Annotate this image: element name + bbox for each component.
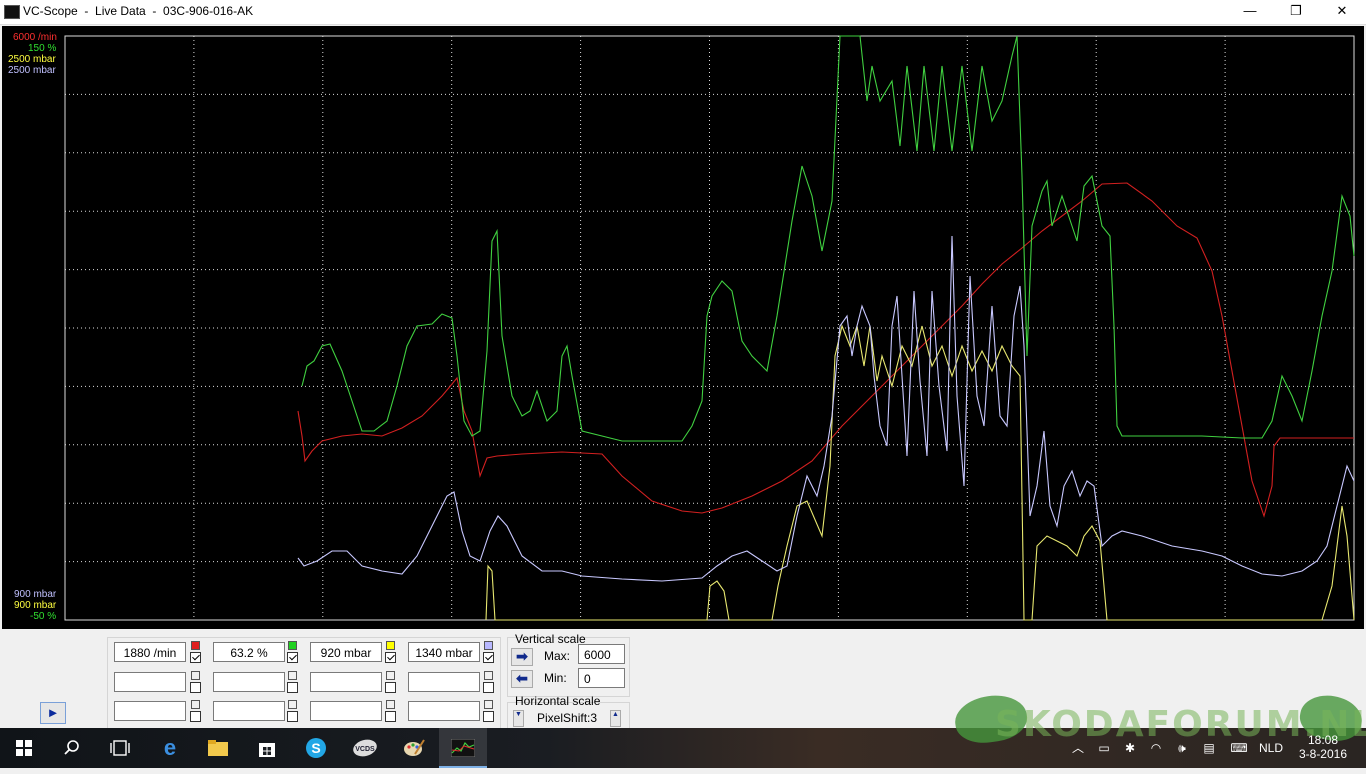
empty-color-swatch bbox=[484, 700, 493, 709]
empty-color-swatch bbox=[191, 700, 200, 709]
store-icon[interactable] bbox=[243, 728, 291, 768]
empty-value-field bbox=[213, 672, 285, 692]
clock-time: 18:08 bbox=[1307, 733, 1339, 747]
empty-value-field bbox=[114, 701, 186, 721]
trace-percent bbox=[301, 35, 1355, 442]
maximize-button[interactable]: ❐ bbox=[1273, 0, 1319, 24]
empty-checkbox[interactable] bbox=[190, 711, 201, 722]
empty-color-swatch bbox=[484, 671, 493, 680]
task-view-icon[interactable] bbox=[96, 728, 144, 768]
map-value: 1340 mbar bbox=[408, 642, 480, 662]
empty-checkbox[interactable] bbox=[287, 682, 298, 693]
empty-value-field bbox=[310, 701, 382, 721]
file-explorer-icon[interactable] bbox=[194, 728, 242, 768]
volume-icon[interactable]: 🕪 bbox=[1170, 728, 1194, 768]
vcds-icon[interactable]: VCDS bbox=[341, 728, 389, 768]
empty-value-field bbox=[408, 701, 480, 721]
trace-boost bbox=[485, 323, 1355, 621]
windows-taskbar: e S VCDS SKODAFORUM.NL ︿ ▭ ✱ ◠ 🕪 ▤ ⌨ NLD… bbox=[0, 690, 1366, 768]
map-color-swatch bbox=[484, 641, 493, 650]
svg-text:S: S bbox=[311, 740, 320, 756]
vc-scope-icon[interactable] bbox=[439, 728, 487, 768]
keyboard-icon[interactable]: ⌨ bbox=[1224, 728, 1254, 768]
chevron-up-icon[interactable]: ︿ bbox=[1066, 728, 1090, 768]
empty-color-swatch bbox=[288, 700, 297, 709]
empty-color-swatch bbox=[386, 700, 395, 709]
close-button[interactable]: ✕ bbox=[1319, 0, 1365, 24]
empty-color-swatch bbox=[386, 671, 395, 680]
bluetooth-icon[interactable]: ✱ bbox=[1118, 728, 1142, 768]
pct-value: 63.2 % bbox=[213, 642, 285, 662]
empty-checkbox[interactable] bbox=[483, 682, 494, 693]
empty-color-swatch bbox=[191, 671, 200, 680]
action-center-icon[interactable]: ▤ bbox=[1196, 728, 1222, 768]
language-indicator[interactable]: NLD bbox=[1256, 728, 1286, 768]
pct-checkbox[interactable] bbox=[287, 652, 298, 663]
scale-down-button[interactable]: ⬅ bbox=[511, 670, 533, 688]
min-input[interactable]: 0 bbox=[578, 668, 625, 688]
wifi-icon[interactable]: ◠ bbox=[1144, 728, 1168, 768]
clock-date: 3-8-2016 bbox=[1298, 747, 1348, 761]
window-titlebar: VC-Scope - Live Data - 03C-906-016-AK — … bbox=[0, 0, 1366, 25]
empty-checkbox[interactable] bbox=[385, 711, 396, 722]
rpm-color-swatch bbox=[191, 641, 200, 650]
svg-text:VCDS: VCDS bbox=[355, 746, 375, 753]
clock[interactable]: 18:08 3-8-2016 bbox=[1288, 728, 1358, 768]
scope-plot bbox=[64, 35, 1355, 621]
skype-icon[interactable]: S bbox=[292, 728, 340, 768]
scale-up-button[interactable]: ➡ bbox=[511, 648, 533, 666]
empty-checkbox[interactable] bbox=[483, 711, 494, 722]
vertical-scale-label: Vertical scale bbox=[515, 632, 586, 646]
vc-scope-app-icon bbox=[4, 5, 20, 19]
map-checkbox[interactable] bbox=[483, 652, 494, 663]
search-icon[interactable] bbox=[48, 728, 96, 768]
paint-icon[interactable] bbox=[390, 728, 438, 768]
pct-color-swatch bbox=[288, 641, 297, 650]
empty-color-swatch bbox=[288, 671, 297, 680]
boost-color-swatch bbox=[386, 641, 395, 650]
max-label: Max: bbox=[544, 649, 571, 663]
battery-icon[interactable]: ▭ bbox=[1092, 728, 1116, 768]
edge-icon[interactable]: e bbox=[146, 728, 194, 768]
start-icon[interactable] bbox=[0, 728, 48, 768]
pixelshift-value: PixelShift:3 bbox=[537, 711, 598, 725]
empty-value-field bbox=[213, 701, 285, 721]
plot-grid bbox=[65, 36, 1354, 620]
pixelshift-decrease-button[interactable]: ▼ bbox=[513, 710, 524, 727]
empty-checkbox[interactable] bbox=[190, 682, 201, 693]
empty-value-field bbox=[310, 672, 382, 692]
window-title: VC-Scope - Live Data - 03C-906-016-AK bbox=[23, 4, 254, 18]
max-input[interactable]: 6000 bbox=[578, 644, 625, 664]
empty-checkbox[interactable] bbox=[287, 711, 298, 722]
empty-value-field bbox=[114, 672, 186, 692]
empty-checkbox[interactable] bbox=[385, 682, 396, 693]
min-label: Min: bbox=[544, 671, 567, 685]
minimize-button[interactable]: — bbox=[1227, 0, 1273, 24]
trace-map bbox=[297, 235, 1355, 582]
rpm-value: 1880 /min bbox=[114, 642, 186, 662]
horizontal-scale-label: Horizontal scale bbox=[515, 694, 601, 708]
scope-display: 6000 /min 150 % 2500 mbar 2500 mbar 900 … bbox=[2, 26, 1364, 629]
play-button[interactable]: ► bbox=[40, 702, 66, 724]
boost-value: 920 mbar bbox=[310, 642, 382, 662]
empty-value-field bbox=[408, 672, 480, 692]
boost-checkbox[interactable] bbox=[385, 652, 396, 663]
system-tray: ︿ ▭ ✱ ◠ 🕪 ▤ ⌨ NLD 18:08 3-8-2016 bbox=[1066, 728, 1366, 768]
pixelshift-increase-button[interactable]: ▲ bbox=[610, 710, 621, 727]
rpm-checkbox[interactable] bbox=[190, 652, 201, 663]
